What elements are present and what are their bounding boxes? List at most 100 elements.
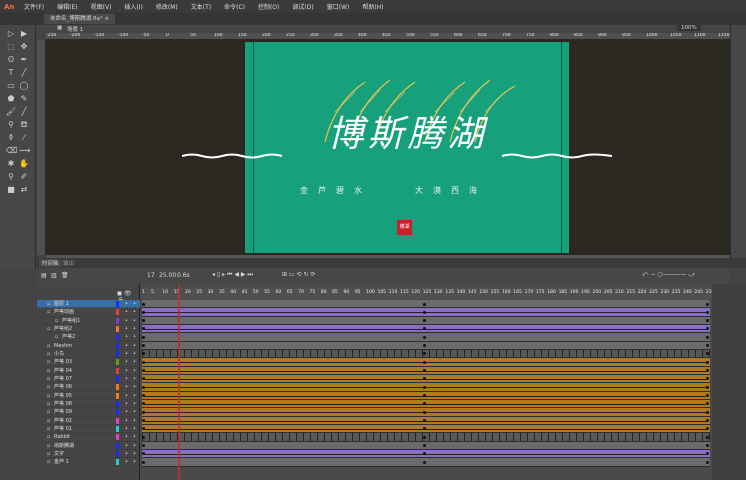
selection-tool-icon[interactable]: ▷ — [6, 29, 16, 39]
frame-span[interactable] — [142, 324, 710, 334]
lock-dot-icon[interactable]: • — [133, 450, 136, 458]
layer-row[interactable]: ▫ 芦苇 04 • • — [37, 367, 140, 375]
frame-ruler[interactable]: 1 5 10 15 20 25 30 35 40 45 50 55 60 65 70 75 80 85 90 95 10… — [140, 288, 712, 299]
layer-color-swatch[interactable] — [116, 417, 119, 424]
keyframe[interactable] — [422, 302, 426, 306]
lock-dot-icon[interactable]: • — [133, 350, 136, 358]
visibility-dot-icon[interactable]: • — [125, 383, 128, 391]
lock-dot-icon[interactable]: • — [133, 317, 136, 325]
keyframe[interactable] — [422, 385, 426, 389]
menu-item[interactable]: 帮助(H) — [362, 2, 383, 11]
keyframe[interactable] — [705, 302, 709, 306]
lock-dot-icon[interactable]: • — [133, 342, 136, 350]
keyframe[interactable] — [705, 327, 709, 331]
keyframe[interactable] — [705, 377, 709, 381]
delete-layer-icon[interactable]: 🗑 — [61, 272, 69, 279]
layer-row[interactable]: ▫ 芦苇 03 • • — [37, 358, 140, 367]
fill-color-icon[interactable]: ■ — [6, 185, 16, 195]
lock-dot-icon[interactable]: • — [133, 442, 136, 450]
frame-span[interactable] — [142, 374, 710, 384]
lock-dot-icon[interactable]: • — [133, 300, 136, 308]
layer-color-swatch[interactable] — [116, 384, 119, 391]
polystar-icon[interactable]: ⬟ — [6, 94, 16, 104]
keyframe[interactable] — [705, 460, 709, 464]
onion-skin-icon[interactable]: ⊞ ▭ ⟲ ↻ ⟳ — [282, 271, 315, 278]
keyframe[interactable] — [142, 444, 145, 448]
frame-span[interactable] — [142, 300, 710, 309]
visibility-dot-icon[interactable]: • — [125, 350, 128, 358]
frame-span[interactable] — [142, 316, 710, 325]
paint-brush-icon[interactable]: ╱ — [19, 107, 29, 117]
keyframe[interactable] — [142, 402, 145, 406]
new-layer-icon[interactable]: ▤ — [41, 272, 47, 279]
scene-label[interactable]: 场景 1 — [67, 25, 83, 33]
keyframe[interactable] — [422, 352, 426, 356]
visibility-dot-icon[interactable]: • — [125, 325, 128, 333]
frame-span[interactable] — [142, 366, 710, 375]
frame-span[interactable] — [142, 349, 710, 359]
keyframe[interactable] — [422, 327, 426, 331]
keyframe[interactable] — [422, 460, 426, 464]
frames-panel[interactable]: 1 5 10 15 20 25 30 35 40 45 50 55 60 65 70 75 80 85 90 95 10… — [140, 284, 712, 480]
menu-item[interactable]: 插入(I) — [124, 2, 142, 11]
ink-bottle-icon[interactable]: ⚱ — [6, 133, 16, 143]
camera-icon[interactable]: ✱ — [6, 159, 16, 169]
layer-color-swatch[interactable] — [116, 409, 119, 416]
layer-row[interactable]: ▫ Meshm • • — [37, 342, 140, 350]
lock-dot-icon[interactable]: • — [133, 425, 136, 433]
lock-dot-icon[interactable]: • — [133, 392, 136, 400]
menu-item[interactable]: 控制(O) — [258, 2, 279, 11]
visibility-dot-icon[interactable]: • — [125, 300, 128, 308]
width-tool-icon[interactable]: ⟿ — [19, 146, 30, 156]
layer-row[interactable]: ▫ 芦苇 08 • • — [37, 400, 140, 409]
menu-item[interactable]: 文本(T) — [191, 2, 211, 11]
lock-dot-icon[interactable]: • — [133, 458, 136, 466]
lock-dot-icon[interactable]: • — [133, 325, 136, 333]
keyframe[interactable] — [142, 435, 145, 439]
keyframe[interactable] — [705, 344, 709, 348]
keyframe[interactable] — [422, 435, 426, 439]
visibility-dot-icon[interactable]: • — [125, 425, 128, 433]
keyframe[interactable] — [705, 452, 709, 456]
keyframe[interactable] — [422, 377, 426, 381]
menu-item[interactable]: 命令(C) — [224, 2, 245, 11]
menu-item[interactable]: 窗口(W) — [327, 2, 350, 11]
layer-color-swatch[interactable] — [116, 301, 119, 307]
keyframe[interactable] — [422, 427, 426, 431]
visibility-dot-icon[interactable]: • — [125, 367, 128, 375]
lock-dot-icon[interactable]: • — [133, 375, 136, 383]
frame-span[interactable] — [142, 383, 710, 392]
frame-span[interactable] — [142, 391, 710, 400]
keyframe[interactable] — [705, 369, 709, 373]
eyedropper-icon[interactable]: ⁄ — [19, 133, 29, 143]
lock-dot-icon[interactable]: • — [133, 367, 136, 375]
keyframe[interactable] — [422, 444, 426, 448]
keyframe[interactable] — [422, 402, 426, 406]
keyframe[interactable] — [142, 419, 145, 423]
visibility-dot-icon[interactable]: • — [125, 342, 128, 350]
visibility-dot-icon[interactable]: • — [125, 317, 128, 325]
frame-span[interactable] — [142, 433, 710, 442]
lock-dot-icon[interactable]: • — [133, 358, 136, 366]
rectangle-tool-icon[interactable]: ▭ — [6, 81, 16, 91]
keyframe[interactable] — [422, 419, 426, 423]
brush-tool-icon[interactable]: 🖌 — [6, 107, 16, 117]
lock-dot-icon[interactable]: • — [133, 308, 136, 316]
frame-span[interactable] — [142, 449, 710, 459]
keyframe[interactable] — [422, 394, 426, 398]
lock-dot-icon[interactable]: • — [133, 408, 136, 416]
layer-row[interactable]: ▫ 纳斯腾湖 • • — [37, 442, 140, 450]
visibility-dot-icon[interactable]: • — [125, 358, 128, 366]
close-tab-icon[interactable]: × — [104, 16, 109, 22]
paint-bucket-icon[interactable]: ⛾ — [19, 120, 29, 130]
menu-item[interactable]: 编辑(E) — [57, 2, 77, 11]
lock-dot-icon[interactable]: • — [133, 400, 136, 408]
layer-color-swatch[interactable] — [116, 400, 119, 407]
keyframe[interactable] — [142, 335, 145, 339]
frame-span[interactable] — [142, 424, 710, 434]
visibility-dot-icon[interactable]: • — [125, 392, 128, 400]
visibility-dot-icon[interactable]: • — [125, 458, 128, 466]
keyframe[interactable] — [422, 410, 426, 414]
visibility-dot-icon[interactable]: • — [125, 408, 128, 416]
frame-span[interactable] — [142, 416, 710, 425]
